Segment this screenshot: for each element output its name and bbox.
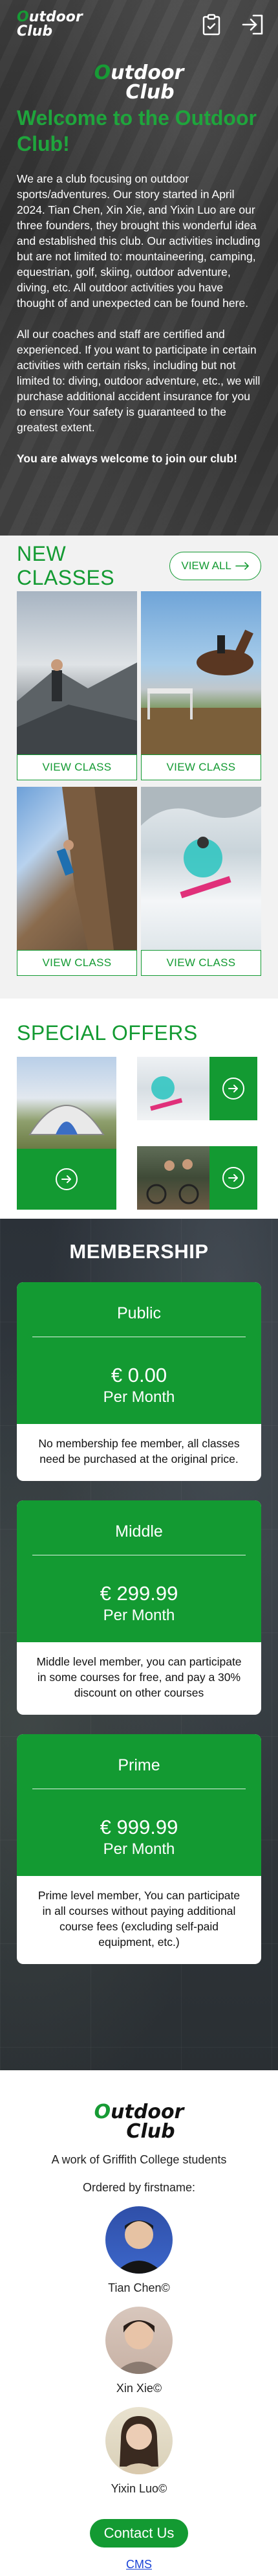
view-all-label: VIEW ALL xyxy=(181,559,231,572)
hero-paragraph-2: All our coaches and staff are certified … xyxy=(17,328,261,434)
person-xin-xie: Xin Xie© xyxy=(0,2307,278,2395)
footer-subtitle: A work of Griffith College students xyxy=(51,2153,227,2166)
offer-image-camping[interactable] xyxy=(17,1057,116,1149)
new-classes-section: NEW CLASSES VIEW ALL VIEW CLASS VIEW CLA… xyxy=(0,536,278,999)
arrow-circle-icon xyxy=(222,1167,244,1189)
footer-logo-line2: Club xyxy=(126,2120,175,2143)
offer-button[interactable] xyxy=(209,1146,257,1210)
view-class-button[interactable]: VIEW CLASS xyxy=(17,950,137,976)
view-class-button[interactable]: VIEW CLASS xyxy=(141,754,261,780)
plan-header: Middle € 299.99 Per Month xyxy=(17,1500,261,1642)
offer-card xyxy=(137,1057,257,1120)
footer-logo: Outdoor Club xyxy=(0,2103,278,2141)
person-yixin-luo: Yixin Luo© xyxy=(0,2407,278,2496)
arrow-right-icon xyxy=(235,562,249,570)
plan-description: Middle level member, you can participate… xyxy=(36,1655,242,1699)
person-name: Xin Xie© xyxy=(116,2382,162,2395)
plan-header: Prime € 999.99 Per Month xyxy=(17,1734,261,1876)
plan-name: Prime xyxy=(118,1756,160,1774)
class-card: VIEW CLASS xyxy=(17,591,137,780)
person-name: Tian Chen© xyxy=(108,2281,170,2294)
hero-section: Outdoor Club Outdoor Club Welcome to the… xyxy=(0,0,278,536)
new-classes-header: NEW CLASSES VIEW ALL xyxy=(17,542,261,589)
offer-image-cycling[interactable] xyxy=(137,1146,209,1210)
class-image-hiking[interactable] xyxy=(17,591,137,754)
person-tian-chen: Tian Chen© xyxy=(0,2206,278,2295)
hero-logo: Outdoor Club xyxy=(0,63,278,102)
class-image-climbing[interactable] xyxy=(17,787,137,950)
avatar xyxy=(105,2307,173,2374)
contact-us-button[interactable]: Contact Us xyxy=(90,2519,188,2548)
class-image-equestrian[interactable] xyxy=(141,591,261,754)
plan-period: Per Month xyxy=(103,1840,175,1858)
plan-price: € 0.00 xyxy=(111,1364,167,1386)
classes-grid: VIEW CLASS VIEW CLASS VIEW CLASS VIEW CL… xyxy=(17,591,261,976)
membership-title: MEMBERSHIP xyxy=(69,1240,209,1263)
arrow-circle-icon xyxy=(56,1168,78,1190)
membership-section: MEMBERSHIP Public € 0.00 Per Month No me… xyxy=(0,1219,278,2070)
avatar xyxy=(105,2407,173,2474)
logo-text-line2: Club xyxy=(17,23,53,40)
hero-paragraph-1: We are a club focusing on outdoor sports… xyxy=(17,172,261,310)
offer-image-skiing[interactable] xyxy=(137,1057,209,1120)
plan-price: € 999.99 xyxy=(100,1816,178,1838)
footer-order-note: Ordered by firstname: xyxy=(82,2181,196,2194)
plan-period: Per Month xyxy=(103,1607,175,1624)
class-card: VIEW CLASS xyxy=(141,591,261,780)
plan-header: Public € 0.00 Per Month xyxy=(17,1282,261,1424)
plan-description: Prime level member, You can participate … xyxy=(37,1889,241,1949)
hero-logo-o: O xyxy=(94,62,111,84)
avatar xyxy=(105,2206,173,2274)
new-classes-title: NEW CLASSES xyxy=(17,542,115,589)
plan-name: Middle xyxy=(115,1522,163,1541)
arrow-circle-icon xyxy=(222,1078,244,1100)
view-all-button[interactable]: VIEW ALL xyxy=(169,552,261,580)
plan-description: No membership fee member, all classes ne… xyxy=(38,1437,240,1465)
plan-period: Per Month xyxy=(103,1388,175,1406)
person-name: Yixin Luo© xyxy=(111,2482,167,2495)
class-card: VIEW CLASS xyxy=(141,787,261,976)
offer-button[interactable] xyxy=(209,1057,257,1120)
header-actions xyxy=(199,12,265,37)
view-class-button[interactable]: VIEW CLASS xyxy=(141,950,261,976)
footer-logo-o: O xyxy=(94,2101,111,2123)
clipboard-icon[interactable] xyxy=(199,12,224,37)
special-offers-section: SPECIAL OFFERS xyxy=(0,999,278,1219)
plan-card-prime[interactable]: Prime € 999.99 Per Month Prime level mem… xyxy=(17,1734,261,1964)
plan-card-middle[interactable]: Middle € 299.99 Per Month Middle level m… xyxy=(17,1500,261,1715)
hero-logo-line2: Club xyxy=(125,81,175,104)
view-class-button[interactable]: VIEW CLASS xyxy=(17,754,137,780)
top-bar: Outdoor Club xyxy=(0,0,278,49)
header-logo[interactable]: Outdoor Club xyxy=(17,10,83,39)
special-offers-title: SPECIAL OFFERS xyxy=(17,1021,198,1045)
logout-icon[interactable] xyxy=(241,12,265,37)
offer-card xyxy=(17,1057,116,1210)
offer-column-right xyxy=(137,1057,257,1210)
hero-description: We are a club focusing on outdoor sports… xyxy=(0,157,278,466)
hero-paragraph-3: You are always welcome to join our club! xyxy=(17,452,238,465)
class-image-skiing[interactable] xyxy=(141,787,261,950)
footer: Outdoor Club A work of Griffith College … xyxy=(0,2070,278,2576)
offers-grid xyxy=(17,1057,261,1210)
class-card: VIEW CLASS xyxy=(17,787,137,976)
plan-price: € 299.99 xyxy=(100,1582,178,1605)
plan-card-public[interactable]: Public € 0.00 Per Month No membership fe… xyxy=(17,1282,261,1481)
hero-title: Welcome to the Outdoor Club! xyxy=(17,106,257,155)
plan-name: Public xyxy=(116,1304,162,1322)
cms-link[interactable]: CMS xyxy=(0,2558,278,2571)
offer-card xyxy=(137,1146,257,1210)
offer-button[interactable] xyxy=(17,1149,116,1210)
